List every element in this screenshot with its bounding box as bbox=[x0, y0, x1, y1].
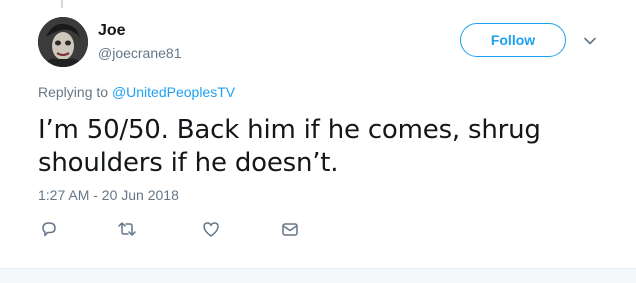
tweet-timestamp[interactable]: 1:27 AM - 20 Jun 2018 bbox=[38, 187, 179, 203]
tweet-actions bbox=[0, 218, 636, 242]
timeline-divider bbox=[0, 268, 636, 283]
chevron-down-icon[interactable] bbox=[581, 32, 599, 50]
replying-to-label: Replying to bbox=[38, 84, 112, 100]
reply-to-link[interactable]: @UnitedPeoplesTV bbox=[112, 84, 235, 100]
tweet-text: I’m 50/50. Back him if he comes, shrug s… bbox=[38, 115, 541, 178]
tweet-card: Joe @joecrane81 Follow Replying to @Unit… bbox=[0, 0, 636, 268]
retweet-icon[interactable] bbox=[116, 218, 138, 240]
heart-icon[interactable] bbox=[200, 218, 222, 240]
avatar[interactable] bbox=[38, 17, 88, 67]
reply-icon[interactable] bbox=[38, 218, 60, 240]
replying-to-line: Replying to @UnitedPeoplesTV bbox=[38, 84, 235, 100]
envelope-icon[interactable] bbox=[279, 218, 301, 240]
author-handle[interactable]: @joecrane81 bbox=[98, 45, 182, 61]
follow-button[interactable]: Follow bbox=[460, 23, 566, 57]
author-name[interactable]: Joe bbox=[98, 22, 126, 40]
